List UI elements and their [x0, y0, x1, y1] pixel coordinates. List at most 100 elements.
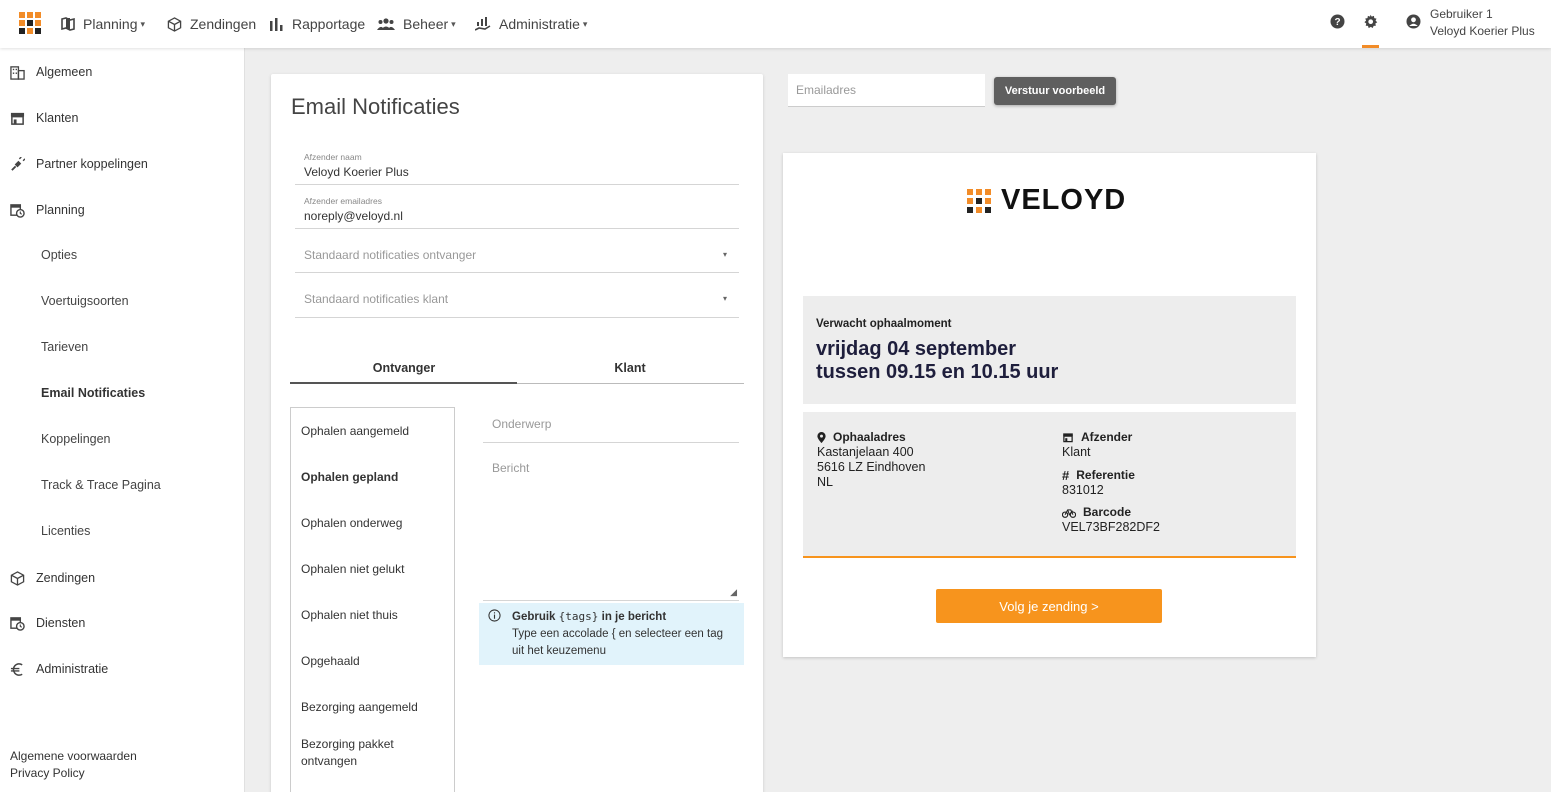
page-title: Email Notificaties — [291, 94, 460, 119]
pickup-moment: vrijdag 04 september tussen 09.15 en 10.… — [816, 338, 1058, 384]
reference-label: Referentie — [1076, 468, 1135, 482]
sidebar: Algemeen Klanten Partner koppelingen Pla… — [0, 48, 245, 792]
tags-info-text: Gebruik {tags} in je bericht Type een ac… — [512, 608, 737, 660]
info-icon — [488, 609, 501, 622]
sender-name-field[interactable]: Afzender naam Veloyd Koerier Plus — [295, 146, 739, 185]
shipment-details-block: Ophaaladres Kastanjelaan 400 5616 LZ Ein… — [803, 412, 1296, 558]
brand-logo: VELOYD — [967, 184, 1126, 217]
hash-icon: # — [1062, 468, 1070, 483]
sidebar-subitem-koppelingen[interactable]: Koppelingen — [41, 429, 111, 449]
default-client-select[interactable]: Standaard notificaties klant ▾ — [295, 278, 739, 318]
terms-link[interactable]: Algemene voorwaarden — [10, 749, 137, 763]
sender-email-label: Afzender emailadres — [304, 196, 382, 206]
sidebar-item-label: Algemeen — [36, 65, 93, 79]
nav-zendingen-label: Zendingen — [190, 16, 257, 32]
chevron-down-icon: ▾ — [722, 294, 727, 303]
sidebar-item-algemeen[interactable]: Algemeen — [10, 62, 92, 82]
sidebar-item-label: Administratie — [36, 662, 109, 676]
sidebar-subitem-track-trace[interactable]: Track & Trace Pagina — [41, 475, 161, 495]
tags-info-alert: Gebruik {tags} in je bericht Type een ac… — [479, 603, 744, 665]
event-item[interactable]: Ophalen aangemeld — [301, 423, 409, 440]
message-textarea[interactable]: Bericht ◢ — [483, 454, 739, 601]
message-placeholder: Bericht — [492, 461, 530, 475]
event-item[interactable]: Opgehaald — [301, 653, 360, 670]
svg-text:?: ? — [1334, 17, 1340, 28]
sidebar-subitem-email-notificaties[interactable]: Email Notificaties — [41, 383, 145, 403]
default-recipient-select[interactable]: Standaard notificaties ontvanger ▾ — [295, 234, 739, 273]
store-icon — [1063, 433, 1073, 443]
subject-input[interactable]: Onderwerp — [483, 407, 739, 443]
nav-planning-label: Planning — [83, 16, 138, 32]
nav-planning[interactable]: Planning ▾ — [61, 14, 145, 34]
settings-active-indicator — [1362, 45, 1379, 48]
sidebar-subitem-opties[interactable]: Opties — [41, 245, 77, 265]
sidebar-item-planning[interactable]: Planning — [10, 200, 85, 220]
sidebar-item-label: Klanten — [36, 111, 79, 125]
pickup-day: vrijdag 04 september — [816, 338, 1017, 360]
tab-klant[interactable]: Klant — [517, 361, 743, 375]
address-line: 5616 LZ Eindhoven — [817, 460, 926, 474]
store-icon — [10, 112, 25, 125]
default-recipient-placeholder: Standaard notificaties ontvanger — [304, 248, 477, 262]
sidebar-item-klanten[interactable]: Klanten — [10, 108, 78, 128]
event-item[interactable]: Ophalen niet thuis — [301, 607, 398, 624]
sender-email-field[interactable]: Afzender emailadres noreply@veloyd.nl — [295, 190, 739, 229]
sidebar-item-label: Partner koppelingen — [36, 157, 148, 171]
event-item[interactable]: Bezorging aangemeld — [301, 699, 418, 716]
resize-handle-icon[interactable]: ◢ — [730, 587, 737, 598]
barcode-info: Barcode VEL73BF282DF2 — [1062, 505, 1160, 535]
nav-administratie-label: Administratie — [499, 16, 580, 32]
bar-chart-icon — [270, 17, 283, 31]
sidebar-item-administratie[interactable]: Administratie — [10, 659, 108, 679]
send-preview-button[interactable]: Verstuur voorbeeld — [994, 77, 1116, 105]
sidebar-subitem-tarieven[interactable]: Tarieven — [41, 337, 88, 357]
email-preview: VELOYD Verwacht ophaalmoment vrijdag 04 … — [783, 153, 1316, 657]
pickup-moment-block: Verwacht ophaalmoment vrijdag 04 septemb… — [803, 296, 1296, 404]
user-company: Veloyd Koerier Plus — [1430, 24, 1535, 38]
reference-value: 831012 — [1062, 483, 1104, 497]
event-item-selected[interactable]: Ophalen gepland — [301, 469, 398, 486]
sidebar-item-label: Zendingen — [36, 571, 96, 585]
subject-placeholder: Onderwerp — [492, 417, 552, 431]
event-item[interactable]: Ophalen onderweg — [301, 515, 402, 532]
privacy-link[interactable]: Privacy Policy — [10, 766, 85, 780]
sender-name-label: Afzender naam — [304, 152, 362, 162]
chart-hand-icon — [475, 16, 491, 31]
sidebar-item-diensten[interactable]: Diensten — [10, 613, 85, 633]
user-icon[interactable] — [1406, 14, 1421, 29]
track-shipment-button[interactable]: Volg je zending > — [936, 589, 1162, 623]
sidebar-subitem-licenties[interactable]: Licenties — [41, 521, 90, 541]
preview-email-input[interactable] — [788, 74, 985, 106]
veloyd-logo-icon — [967, 188, 991, 213]
app-logo[interactable] — [19, 12, 41, 34]
sidebar-subitem-voertuigsoorten[interactable]: Voertuigsoorten — [41, 291, 129, 311]
top-navigation-bar: Planning ▾ Zendingen Rapportage Beheer ▾… — [0, 0, 1551, 48]
address-line: NL — [817, 475, 833, 489]
nav-beheer[interactable]: Beheer ▾ — [377, 14, 456, 34]
pickup-label: Verwacht ophaalmoment — [816, 318, 952, 330]
pickup-time: tussen 09.15 en 10.15 uur — [816, 361, 1059, 383]
help-icon[interactable]: ? — [1330, 14, 1345, 29]
plug-icon — [11, 156, 25, 171]
default-client-placeholder: Standaard notificaties klant — [304, 292, 449, 306]
user-menu[interactable]: Gebruiker 1 Veloyd Koerier Plus — [1430, 6, 1535, 40]
nav-administratie[interactable]: Administratie ▾ — [475, 14, 587, 34]
sidebar-item-partner-koppelingen[interactable]: Partner koppelingen — [10, 154, 148, 174]
chevron-down-icon: ▾ — [451, 18, 456, 29]
info-prefix: Gebruik — [512, 611, 556, 623]
sidebar-item-zendingen[interactable]: Zendingen — [10, 568, 95, 588]
sender-name-value: Veloyd Koerier Plus — [304, 165, 409, 179]
event-list: Ophalen aangemeld Ophalen gepland Ophale… — [290, 407, 455, 792]
nav-zendingen[interactable]: Zendingen — [167, 14, 256, 34]
tab-active-indicator — [290, 382, 517, 384]
chevron-down-icon: ▾ — [582, 18, 588, 29]
event-item[interactable]: Bezorging pakket ontvangen — [301, 736, 411, 770]
gear-icon[interactable] — [1363, 14, 1378, 29]
nav-rapportage[interactable]: Rapportage — [269, 14, 365, 34]
info-line2: Type een accolade { en selecteer een tag… — [512, 628, 723, 657]
sidebar-item-label: Diensten — [36, 616, 86, 630]
preview-email-field[interactable] — [788, 74, 985, 107]
event-item[interactable]: Ophalen niet gelukt — [301, 561, 404, 578]
tab-ontvanger[interactable]: Ontvanger — [291, 361, 517, 375]
sender-value: Klant — [1062, 445, 1091, 459]
